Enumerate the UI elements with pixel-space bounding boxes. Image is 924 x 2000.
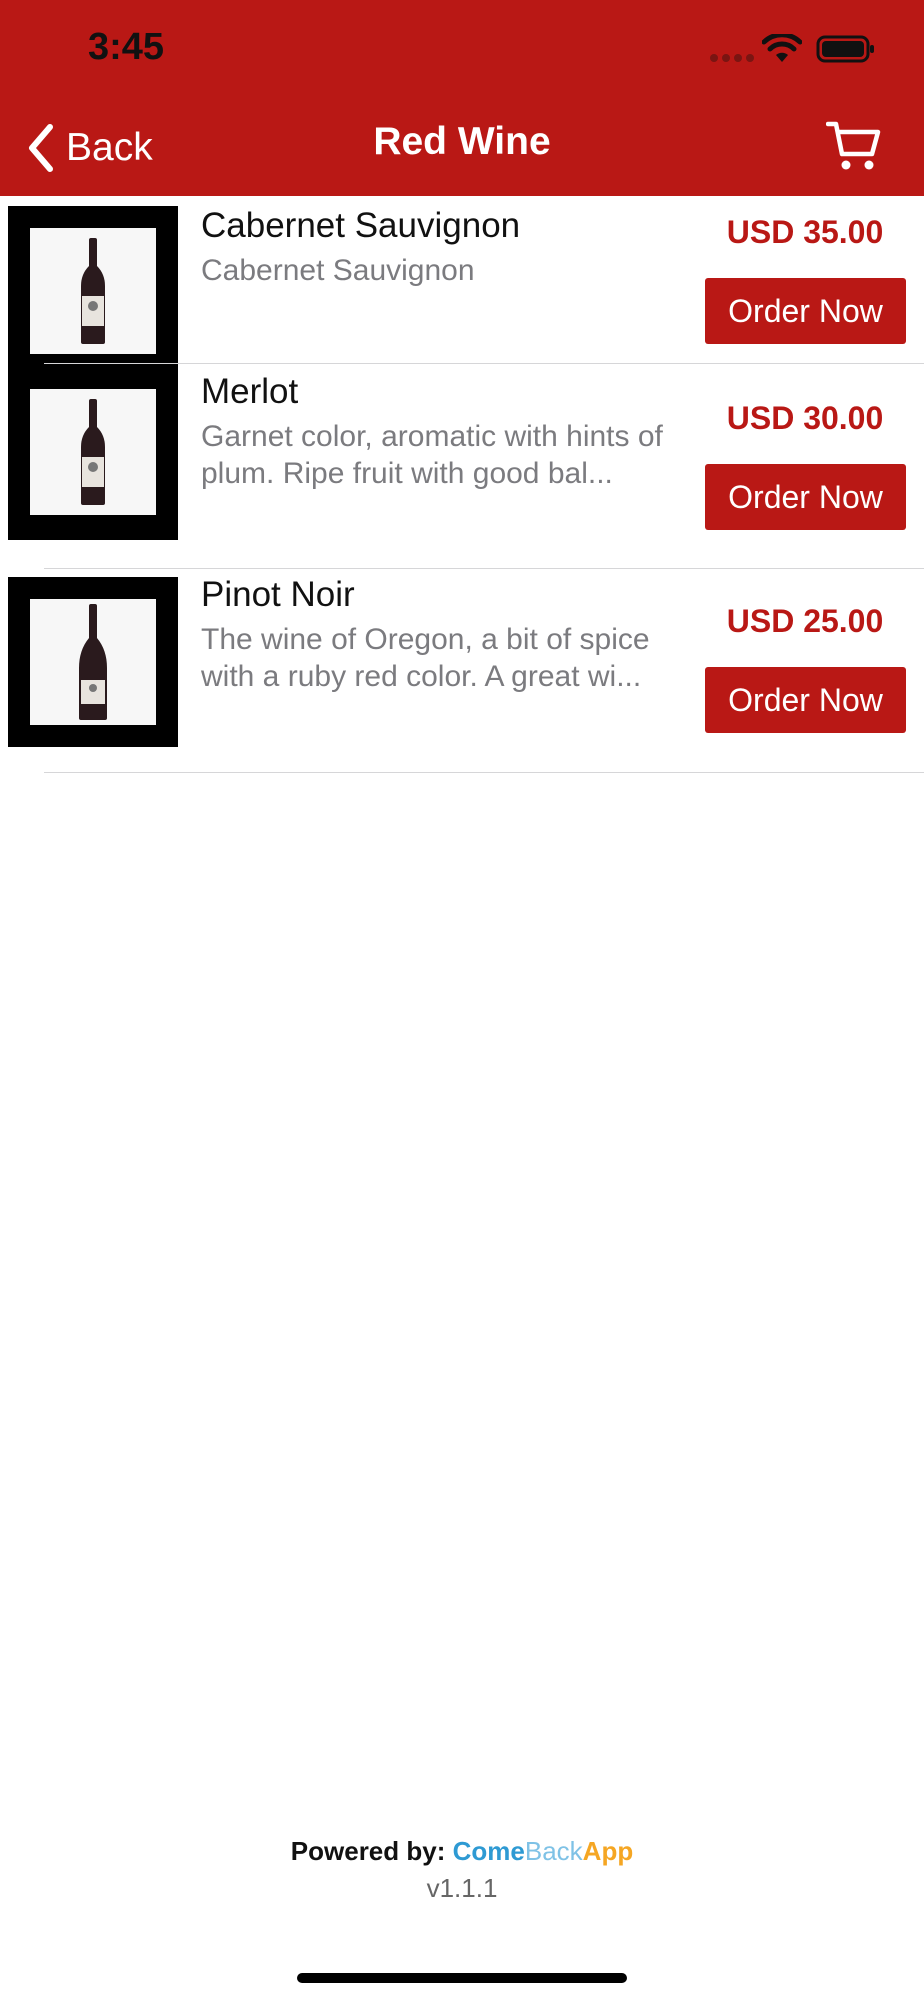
order-now-button[interactable]: Order Now	[705, 667, 906, 733]
home-indicator[interactable]	[297, 1973, 627, 1983]
product-row[interactable]: Cabernet Sauvignon Cabernet Sauvignon US…	[0, 196, 924, 376]
wine-bottle-image	[81, 399, 105, 505]
brand-come: Come	[452, 1836, 525, 1866]
product-thumbnail	[8, 577, 178, 747]
product-name: Pinot Noir	[201, 575, 355, 614]
product-description: The wine of Oregon, a bit of spice with …	[201, 623, 650, 693]
product-row[interactable]: Merlot Garnet color, aromatic with hints…	[0, 364, 924, 562]
wifi-icon	[762, 34, 802, 62]
wine-bottle-image	[79, 604, 107, 720]
powered-by-label: Powered by:	[290, 1836, 446, 1866]
status-time: 3:45	[88, 26, 165, 68]
powered-by: Powered by: ComeBackApp	[0, 1836, 924, 1867]
order-now-button[interactable]: Order Now	[705, 464, 906, 530]
product-thumbnail	[8, 206, 178, 376]
brand-logo[interactable]: ComeBackApp	[453, 1836, 634, 1866]
brand-back: Back	[524, 1836, 583, 1866]
battery-icon	[816, 35, 874, 63]
cart-icon[interactable]	[826, 120, 882, 172]
order-now-button[interactable]: Order Now	[705, 278, 906, 344]
app-version: v1.1.1	[426, 1873, 498, 1903]
product-name: Cabernet Sauvignon	[201, 206, 521, 245]
product-row[interactable]: Pinot Noir The wine of Oregon, a bit of …	[0, 569, 924, 769]
row-divider	[44, 772, 924, 773]
cellular-signal-icon	[710, 54, 754, 62]
product-price: USD 35.00	[726, 214, 884, 250]
product-price: USD 30.00	[726, 400, 884, 436]
product-description: Cabernet Sauvignon	[201, 254, 475, 287]
back-button[interactable]: Back	[26, 118, 153, 178]
product-description: Garnet color, aromatic with hints of plu…	[201, 420, 663, 490]
product-thumbnail	[8, 364, 178, 540]
chevron-left-icon	[29, 124, 53, 172]
footer: Powered by: ComeBackApp v1.1.1	[0, 1836, 924, 1904]
wine-bottle-image	[81, 238, 105, 344]
nav-bar: 3:45 Back Red Wine	[0, 0, 924, 196]
product-price: USD 25.00	[726, 603, 884, 639]
back-label: Back	[66, 126, 153, 169]
product-name: Merlot	[201, 372, 299, 411]
brand-app: App	[582, 1836, 634, 1866]
